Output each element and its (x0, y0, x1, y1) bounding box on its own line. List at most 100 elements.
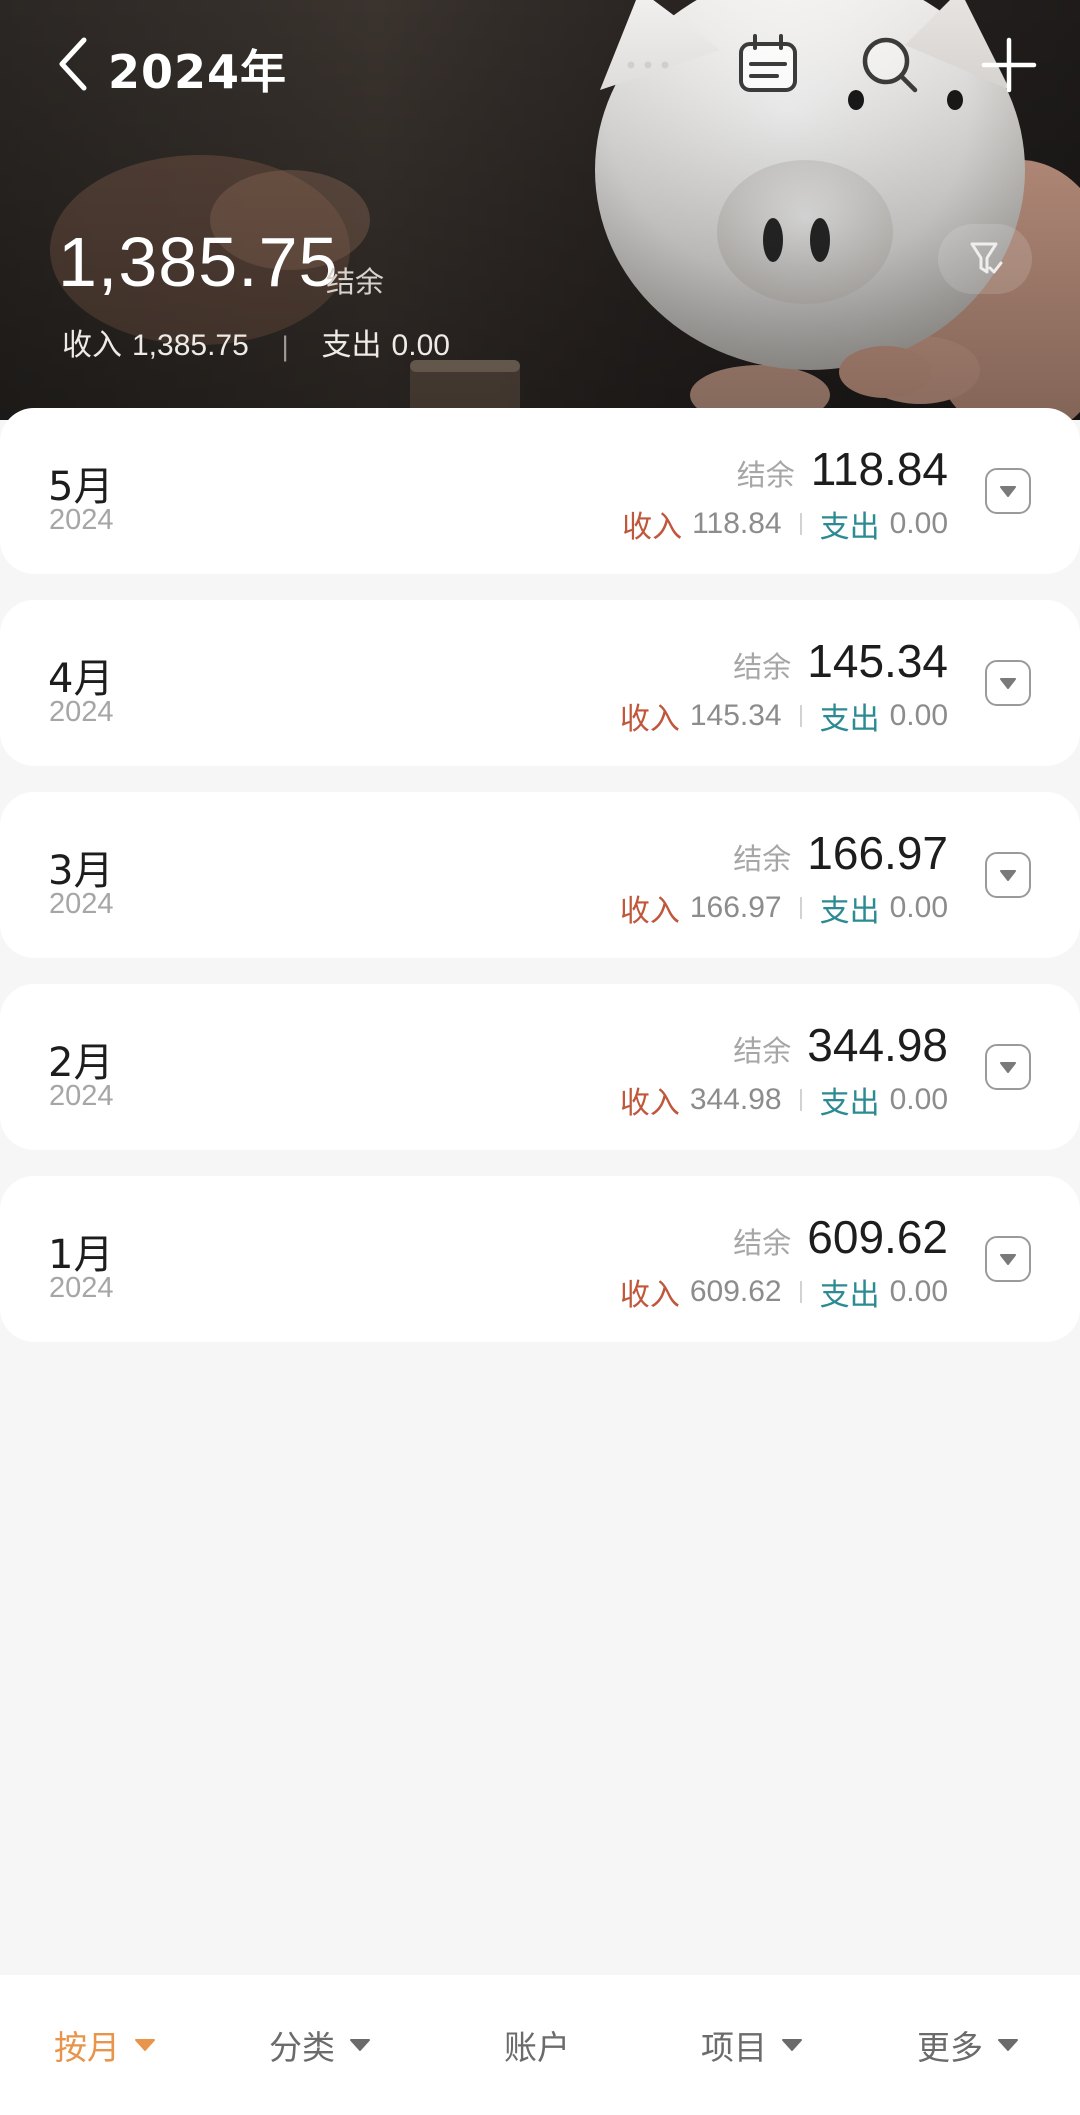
income-value: 609.62 (689, 1275, 782, 1308)
month-card[interactable]: 1月 2024 结余 609.62 收入 609.62 支出 0.00 (0, 1176, 1080, 1342)
bottom-nav: 按月 分类 账户 项目 更多 (0, 1975, 1080, 2115)
income-label: 收入 (619, 1086, 680, 1121)
expand-button[interactable] (985, 660, 1031, 706)
balance-row: 结余 344.98 (733, 1018, 948, 1072)
income-value: 145.34 (689, 699, 782, 732)
balance-row: 结余 118.84 (737, 442, 948, 496)
year-label: 2024 (49, 888, 114, 920)
month-card[interactable]: 4月 2024 结余 145.34 收入 145.34 支出 0.00 (0, 600, 1080, 766)
back-button[interactable] (50, 32, 100, 96)
more-button[interactable] (613, 30, 683, 100)
expense-value: 0.00 (391, 329, 450, 362)
filter-funnel-icon (970, 242, 1003, 274)
balance-value: 166.97 (807, 827, 948, 879)
caret-down-icon (998, 2039, 1018, 2051)
caret-down-icon (350, 2039, 370, 2051)
income-value: 1,385.75 (132, 329, 249, 362)
caret-down-icon (782, 2039, 802, 2051)
divider (799, 513, 802, 535)
balance-value: 118.84 (810, 443, 948, 495)
income-label: 收入 (619, 702, 680, 737)
divider (799, 705, 802, 727)
year-label: 2024 (49, 696, 114, 728)
divider (799, 1089, 802, 1111)
expand-button[interactable] (985, 468, 1031, 514)
income-expense-row: 收入 344.98 支出 0.00 (620, 1078, 948, 1122)
caret-down-icon (1000, 486, 1016, 497)
nav-tab-label: 分类 (269, 2028, 335, 2067)
income-label: 收入 (622, 510, 683, 545)
more-dots-icon (627, 61, 669, 69)
expense-label: 支出 (819, 1086, 880, 1121)
balance-row: 结余 609.62 (733, 1210, 948, 1264)
nav-tab-more[interactable]: 更多 (917, 1975, 1019, 2115)
expense-value: 0.00 (889, 1083, 948, 1116)
expand-button[interactable] (985, 1044, 1031, 1090)
balance-label: 结余 (733, 650, 792, 684)
balance-row: 结余 145.34 (733, 634, 948, 688)
income-value: 344.98 (689, 1083, 782, 1116)
expand-button[interactable] (985, 1236, 1031, 1282)
income-label: 收入 (619, 894, 680, 929)
income-value: 166.97 (689, 891, 782, 924)
expense-value: 0.00 (889, 507, 948, 540)
nav-tab-by-month[interactable]: 按月 (54, 1975, 156, 2115)
year-label: 2024 (49, 1080, 114, 1112)
caret-down-icon (135, 2039, 155, 2051)
page-title: 2024年 (108, 45, 288, 99)
nav-tab-label: 项目 (701, 2028, 767, 2067)
nav-tab-category[interactable]: 分类 (269, 1975, 371, 2115)
divider (799, 897, 802, 919)
expense-value: 0.00 (889, 699, 948, 732)
expand-button[interactable] (985, 852, 1031, 898)
income-value: 118.84 (692, 507, 782, 540)
balance-row: 结余 166.97 (733, 826, 948, 880)
income-label: 收入 (62, 328, 122, 363)
year-label: 2024 (49, 504, 114, 536)
top-bar: 2024年 (0, 0, 1080, 130)
income-expense-row: 收入 166.97 支出 0.00 (620, 886, 948, 930)
month-card[interactable]: 3月 2024 结余 166.97 收入 166.97 支出 0.00 (0, 792, 1080, 958)
balance-value: 344.98 (807, 1019, 948, 1071)
caret-down-icon (1000, 1062, 1016, 1073)
balance-label: 结余 (733, 842, 792, 876)
expense-value: 0.00 (889, 1275, 948, 1308)
nav-tab-label: 账户 (504, 2028, 570, 2067)
caret-down-icon (1000, 1254, 1016, 1265)
nav-tab-label: 按月 (54, 2028, 120, 2067)
nav-tab-account[interactable]: 账户 (504, 1975, 570, 2115)
search-button[interactable] (855, 30, 925, 100)
year-summary: 收入 1,385.75 | 支出 0.00 (62, 320, 450, 364)
summary-divider: | (280, 332, 290, 362)
nav-tab-project[interactable]: 项目 (701, 1975, 803, 2115)
divider (799, 1281, 802, 1303)
back-chevron-icon (59, 37, 87, 91)
caret-down-icon (1000, 678, 1016, 689)
total-balance-label: 结余 (326, 265, 385, 299)
caret-down-icon (1000, 870, 1016, 881)
total-balance: 1,385.75 (58, 223, 339, 301)
search-icon (862, 37, 918, 93)
income-expense-row: 收入 118.84 支出 0.00 (622, 502, 948, 546)
expense-value: 0.00 (889, 891, 948, 924)
balance-value: 609.62 (807, 1211, 948, 1263)
plus-icon (981, 37, 1037, 93)
nav-tab-label: 更多 (917, 2028, 983, 2067)
filter-button[interactable] (938, 224, 1032, 294)
month-card[interactable]: 2月 2024 结余 344.98 收入 344.98 支出 0.00 (0, 984, 1080, 1150)
income-label: 收入 (619, 1278, 680, 1313)
balance-label: 结余 (733, 1034, 792, 1068)
balance-label: 结余 (733, 1226, 792, 1260)
calendar-icon (739, 34, 797, 92)
expense-label: 支出 (321, 328, 382, 363)
expense-label: 支出 (819, 894, 880, 929)
month-card[interactable]: 5月 2024 结余 118.84 收入 118.84 支出 0.00 (0, 408, 1080, 574)
calendar-button[interactable] (733, 30, 803, 100)
expense-label: 支出 (819, 702, 880, 737)
balance-label: 结余 (736, 458, 795, 492)
expense-label: 支出 (819, 510, 880, 545)
add-button[interactable] (974, 30, 1044, 100)
income-expense-row: 收入 609.62 支出 0.00 (620, 1270, 948, 1314)
year-label: 2024 (49, 1272, 114, 1304)
expense-label: 支出 (819, 1278, 880, 1313)
